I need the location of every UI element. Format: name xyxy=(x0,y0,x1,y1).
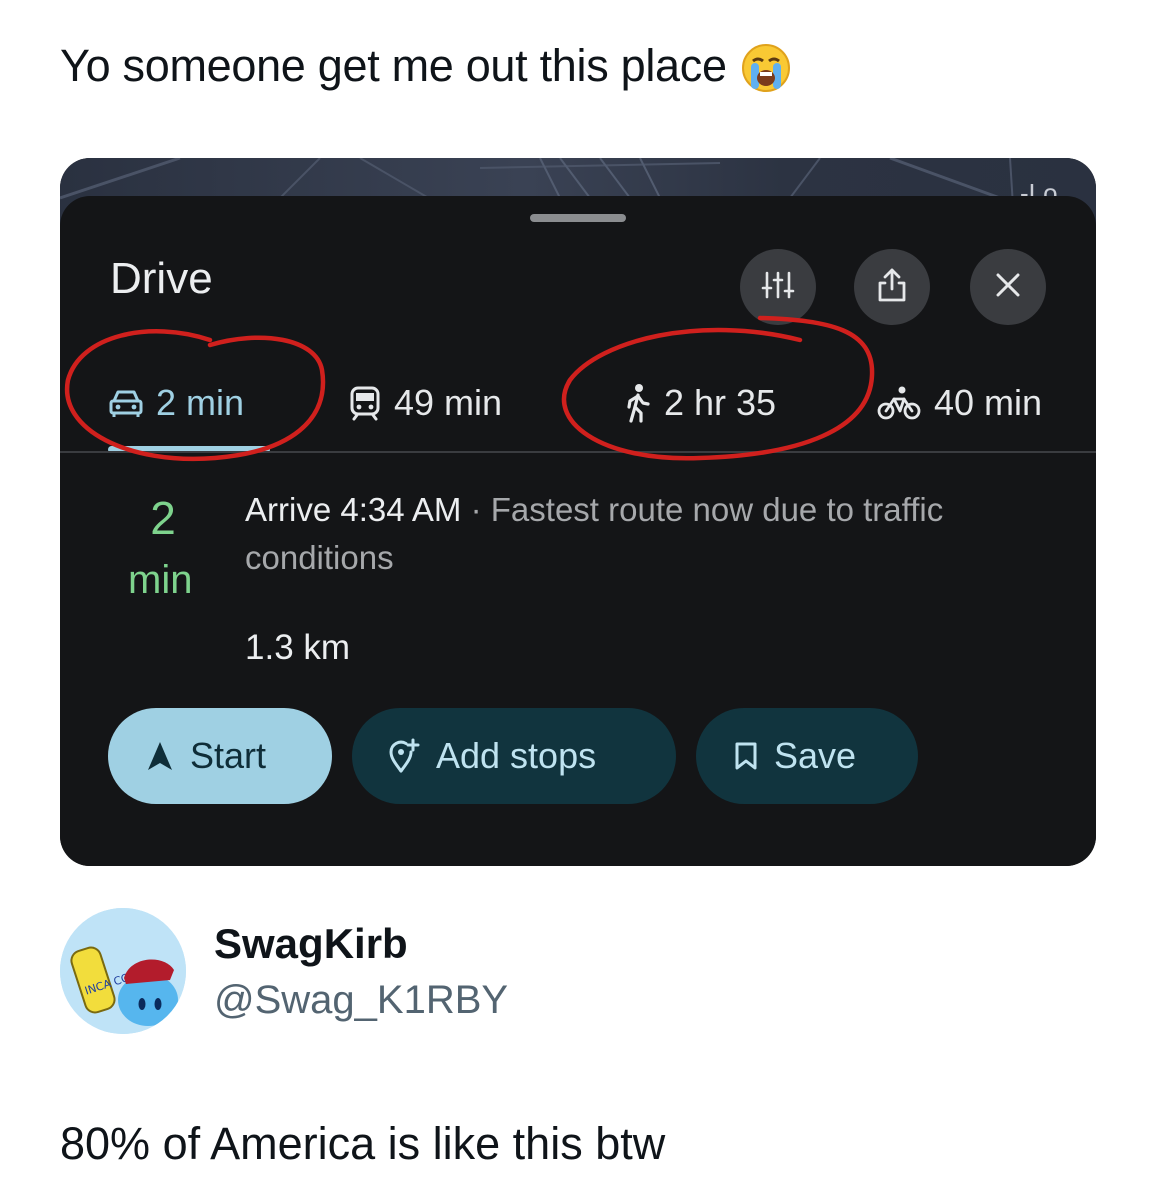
tab-walk[interactable]: 2 hr 35 xyxy=(624,371,776,435)
close-icon xyxy=(994,271,1022,304)
tab-drive-label: 2 min xyxy=(156,382,245,423)
tabs-divider xyxy=(60,451,1096,453)
post-caption-bottom: 80% of America is like this btw xyxy=(60,1118,666,1169)
share-button[interactable] xyxy=(854,249,930,325)
share-icon xyxy=(876,267,908,308)
separator: · xyxy=(470,491,482,528)
tab-bike-label: 40 min xyxy=(934,382,1043,423)
walk-icon xyxy=(627,384,650,423)
transit-icon xyxy=(350,386,380,421)
author-display-name[interactable]: SwagKirb xyxy=(214,920,408,968)
tab-drive[interactable]: 2 min xyxy=(108,371,244,435)
bike-icon xyxy=(877,386,921,420)
navigation-arrow-icon xyxy=(148,742,172,770)
route-details: Arrive 4:34 AM · Fastest route now due t… xyxy=(245,486,1005,582)
car-icon xyxy=(109,390,143,417)
author-avatar-wrapper[interactable]: INCA COLA xyxy=(60,908,200,1048)
close-button[interactable] xyxy=(970,249,1046,325)
arrival-time: Arrive 4:34 AM xyxy=(245,491,462,528)
directions-sheet: Drive 2 min 49 min 2 hr 35 40 min 2 min … xyxy=(60,196,1096,866)
directions-card: -Lo Drive 2 min 49 min 2 hr 35 40 min 2 … xyxy=(60,158,1096,866)
tab-transit[interactable]: 49 min xyxy=(348,371,502,435)
tab-walk-label: 2 hr 35 xyxy=(664,382,777,423)
avatar[interactable]: INCA COLA xyxy=(60,908,186,1034)
route-distance: 1.3 km xyxy=(245,628,351,667)
route-duration-unit: min xyxy=(128,558,193,602)
save-button[interactable]: Save xyxy=(696,708,918,804)
add-stops-button[interactable]: Add stops xyxy=(352,708,676,804)
save-label: Save xyxy=(774,735,857,776)
bookmark-icon xyxy=(735,742,757,770)
tab-transit-label: 49 min xyxy=(394,382,503,423)
tab-bike[interactable]: 40 min xyxy=(876,371,1042,435)
author-handle[interactable]: @Swag_K1RBY xyxy=(214,978,508,1023)
start-label: Start xyxy=(190,735,267,776)
post-caption-top: Yo someone get me out this place xyxy=(60,38,791,94)
add-stops-label: Add stops xyxy=(436,735,597,776)
loudly-crying-face-emoji-icon xyxy=(741,43,791,93)
add-location-icon xyxy=(389,738,420,773)
sliders-icon xyxy=(761,270,795,305)
route-duration-value: 2 xyxy=(150,492,176,544)
drag-handle[interactable] xyxy=(530,214,626,222)
caption-top-text: Yo someone get me out this place xyxy=(60,40,727,91)
mode-title: Drive xyxy=(110,254,213,303)
start-button[interactable]: Start xyxy=(108,708,332,804)
travel-mode-tabs: 2 min 49 min 2 hr 35 40 min xyxy=(60,371,1096,451)
route-options-button[interactable] xyxy=(740,249,816,325)
